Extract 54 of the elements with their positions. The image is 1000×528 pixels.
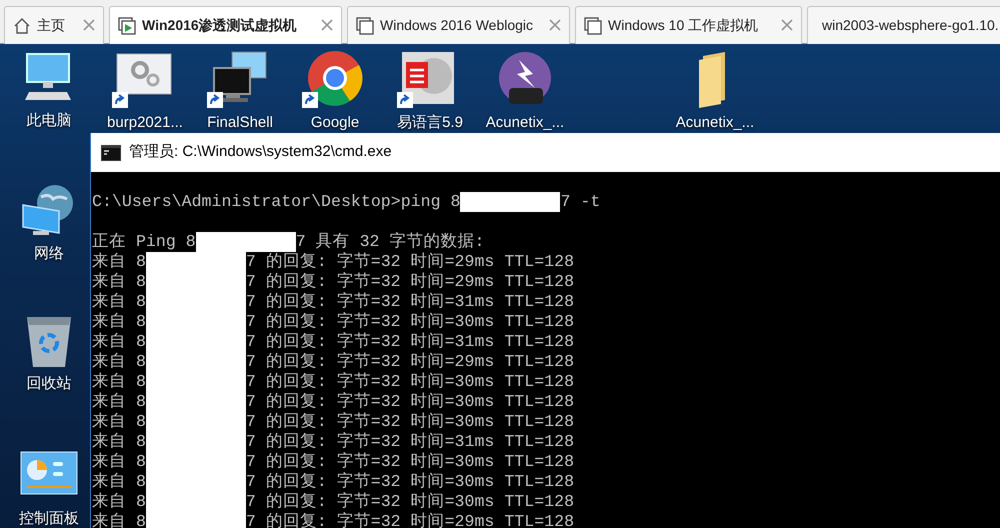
- console-text: 7 的回复: 字节=32 时间=30ms TTL=128: [246, 492, 574, 511]
- console-text: 7 的回复: 字节=32 时间=31ms TTL=128: [246, 432, 574, 451]
- icon-label[interactable]: 回收站: [26, 373, 72, 396]
- console-text: 7 的回复: 字节=32 时间=29ms TTL=128: [246, 252, 574, 271]
- home-icon: [13, 16, 31, 34]
- icon-label[interactable]: 此电脑: [26, 110, 72, 132]
- console-text: 来自 8: [92, 492, 146, 511]
- console-text: 来自 8: [92, 452, 146, 471]
- console-text: 7 的回复: 字节=32 时间=30ms TTL=128: [246, 452, 574, 471]
- tab[interactable]: Windows 2016 Weblogic: [347, 6, 570, 44]
- chrome-icon[interactable]: [305, 50, 365, 108]
- console-text: 来自 8: [92, 252, 146, 271]
- console-text: 7 的回复: 字节=32 时间=31ms TTL=128: [246, 332, 574, 351]
- console-text: C:\Users\Administrator\Desktop>ping 8: [92, 192, 460, 211]
- console-text: 来自 8: [92, 372, 146, 391]
- tab[interactable]: 主页: [4, 6, 104, 44]
- console-text: 7 的回复: 字节=32 时间=30ms TTL=128: [246, 472, 574, 491]
- window-title: 管理员: C:\Windows\system32\cmd.exe: [129, 142, 392, 162]
- console-icon: [101, 144, 121, 160]
- console-text: 来自 8: [92, 472, 146, 491]
- icon-label[interactable]: 控制面板: [19, 508, 79, 528]
- icon-label[interactable]: Acunetix_...: [676, 112, 754, 134]
- icon-label[interactable]: Acunetix_...: [486, 112, 564, 134]
- tab[interactable]: win2003-websphere-go1.10.: [807, 6, 1000, 44]
- windows-icon: [356, 16, 374, 34]
- console-text: 7 的回复: 字节=32 时间=29ms TTL=128: [246, 512, 574, 528]
- console-text: 来自 8: [92, 352, 146, 371]
- console-text: 来自 8: [92, 412, 146, 431]
- console-text: 来自 8: [92, 512, 146, 528]
- console-text: 来自 8: [92, 392, 146, 411]
- console-text: 7 的回复: 字节=32 时间=31ms TTL=128: [246, 292, 574, 311]
- console-text: 7 的回复: 字节=32 时间=29ms TTL=128: [246, 352, 574, 371]
- icon-label[interactable]: Google: [310, 112, 360, 134]
- icon-label[interactable]: burp2021...: [107, 112, 183, 134]
- console-text: 来自 8: [92, 432, 146, 451]
- console-text: 来自 8: [92, 292, 146, 311]
- console-text: 7 的回复: 字节=32 时间=30ms TTL=128: [246, 372, 574, 391]
- window-play-icon: [118, 16, 136, 34]
- icon-label[interactable]: 网络: [34, 243, 64, 266]
- icon-label[interactable]: 易语言5.9: [397, 112, 463, 134]
- console-text: 来自 8: [92, 332, 146, 351]
- console-text: 7 的回复: 字节=32 时间=30ms TTL=128: [246, 392, 574, 411]
- tab[interactable]: Win2016渗透测试虚拟机: [109, 6, 342, 44]
- console-text: 7 的回复: 字节=32 时间=30ms TTL=128: [246, 312, 574, 331]
- console-text: 来自 8: [92, 272, 146, 291]
- windows-icon: [584, 16, 602, 34]
- console-text: 来自 8: [92, 312, 146, 331]
- tab[interactable]: Windows 10 工作虚拟机: [575, 6, 802, 44]
- console-text: 7 具有 32 字节的数据:: [296, 232, 484, 251]
- console-text: 正在 Ping 8: [92, 232, 196, 251]
- console-text: 7 -t: [560, 192, 600, 211]
- console-text: 7 的回复: 字节=32 时间=29ms TTL=128: [246, 272, 574, 291]
- icon-label[interactable]: FinalShell: [207, 112, 273, 134]
- console-text: 7 的回复: 字节=32 时间=30ms TTL=128: [246, 412, 574, 431]
